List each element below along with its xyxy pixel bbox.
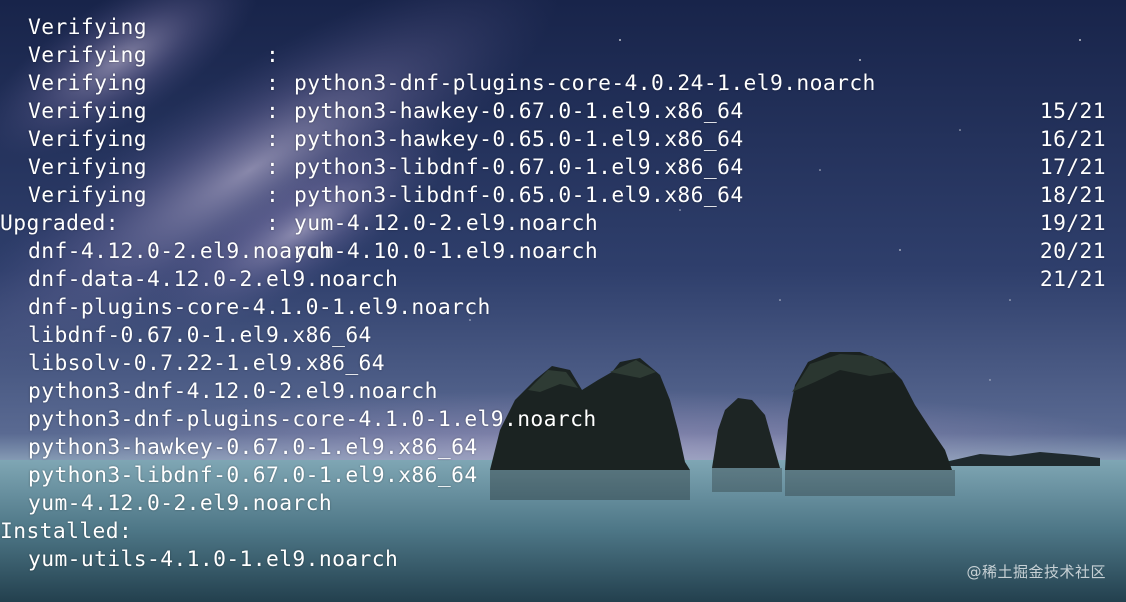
- verify-count: 21/21: [1039, 267, 1106, 292]
- verify-count: 19/21: [1039, 211, 1106, 236]
- verify-line: Verifying : python3-libdnf-0.65.0-1.el9.…: [0, 98, 1126, 236]
- upgraded-package: dnf-data-4.12.0-2.el9.noarch: [28, 267, 399, 292]
- verify-count: 18/21: [1039, 183, 1106, 208]
- verify-count: 20/21: [1039, 239, 1106, 264]
- upgraded-package: python3-libdnf-0.67.0-1.el9.x86_64: [28, 463, 478, 488]
- verify-package: yum-4.10.0-1.el9.noarch: [294, 239, 599, 264]
- terminal-output: Verifying : python3-dnf-plugins-core-4.0…: [0, 0, 1126, 602]
- watermark: @稀土掘金技术社区: [966, 563, 1106, 581]
- upgraded-package: libsolv-0.7.22-1.el9.x86_64: [28, 351, 385, 376]
- upgraded-package: yum-4.12.0-2.el9.noarch: [28, 491, 333, 516]
- upgraded-package: dnf-plugins-core-4.1.0-1.el9.noarch: [28, 295, 491, 320]
- verify-line: Verifying : python3-hawkey-0.67.0-1.el9.…: [0, 14, 1126, 152]
- installed-package: yum-utils-4.1.0-1.el9.noarch: [28, 547, 399, 572]
- verify-line: Verifying : python3-dnf-plugins-core-4.0…: [0, 0, 1126, 124]
- upgraded-package: libdnf-0.67.0-1.el9.x86_64: [28, 323, 372, 348]
- verify-package: python3-libdnf-0.65.0-1.el9.x86_64: [294, 183, 744, 208]
- verify-line: Verifying : python3-libdnf-0.67.0-1.el9.…: [0, 70, 1126, 208]
- verify-separator: :: [266, 211, 280, 236]
- installed-heading: Installed:: [0, 519, 133, 544]
- verify-action: Verifying: [28, 183, 147, 208]
- upgraded-package: python3-hawkey-0.67.0-1.el9.x86_64: [28, 435, 478, 460]
- verify-line: Verifying : python3-hawkey-0.65.0-1.el9.…: [0, 42, 1126, 180]
- upgraded-package: python3-dnf-4.12.0-2.el9.noarch: [28, 379, 438, 404]
- verify-line: Verifying : yum-4.10.0-1.el9.noarch 21/2…: [0, 154, 1126, 292]
- verify-line: Verifying : yum-4.12.0-2.el9.noarch 20/2…: [0, 126, 1126, 264]
- verify-separator: :: [266, 183, 280, 208]
- upgraded-heading: Upgraded:: [0, 211, 119, 236]
- upgraded-package: dnf-4.12.0-2.el9.noarch: [28, 239, 333, 264]
- verify-package: yum-4.12.0-2.el9.noarch: [294, 211, 599, 236]
- upgraded-package: python3-dnf-plugins-core-4.1.0-1.el9.noa…: [28, 407, 597, 432]
